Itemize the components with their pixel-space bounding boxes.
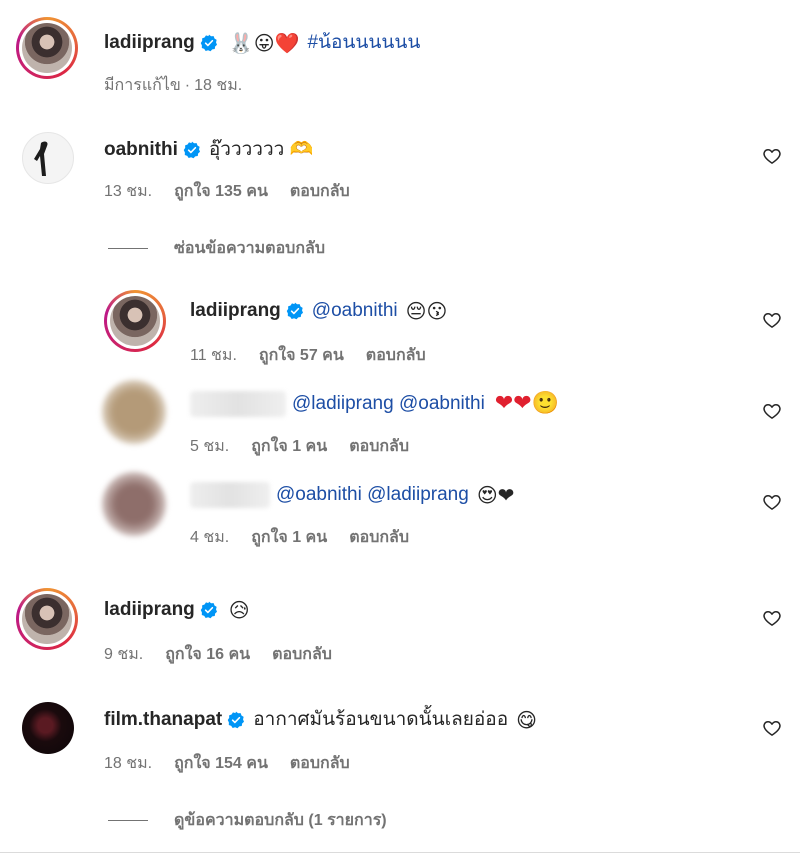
- avatar[interactable]: [104, 290, 166, 352]
- avatar[interactable]: [102, 472, 166, 536]
- comment-text: อากาศมันร้อนขนาดนั้นเลยอ่ออ: [253, 709, 509, 730]
- reply-emojis: ❤❤🙂: [494, 391, 560, 416]
- timestamp[interactable]: 18 ชม.: [194, 77, 242, 94]
- timestamp[interactable]: 13 ชม.: [104, 183, 152, 200]
- username[interactable]: ladiiprang: [104, 30, 195, 56]
- edited-label: มีการแก้ไข: [104, 77, 181, 94]
- like-count[interactable]: ถูกใจ 16 คน: [165, 646, 250, 663]
- mention-link[interactable]: @oabnithi @ladiiprang: [276, 482, 469, 508]
- timestamp[interactable]: 11 ชม.: [190, 347, 237, 364]
- username[interactable]: ladiiprang: [190, 298, 281, 324]
- heart-outline-icon[interactable]: [762, 401, 782, 421]
- username[interactable]: ladiiprang: [104, 597, 195, 623]
- divider: [0, 852, 800, 853]
- reply-button[interactable]: ตอบกลับ: [349, 529, 409, 546]
- avatar[interactable]: [22, 132, 74, 184]
- mention-link[interactable]: @ladiiprang @oabnithi: [292, 391, 485, 417]
- verified-badge-icon: [200, 34, 218, 52]
- like-count[interactable]: ถูกใจ 1 คน: [251, 529, 327, 546]
- avatar[interactable]: [16, 17, 78, 79]
- reply-button[interactable]: ตอบกลับ: [349, 438, 409, 455]
- reply-button[interactable]: ตอบกลับ: [290, 183, 350, 200]
- reply-emojis: 😔😗: [405, 299, 448, 323]
- blurred-username: [190, 391, 286, 417]
- comment-emojis: 😥: [228, 598, 250, 622]
- timestamp[interactable]: 18 ชม.: [104, 755, 152, 772]
- avatar[interactable]: [22, 702, 74, 754]
- hashtag-link[interactable]: #น้อนนนนนน: [307, 30, 420, 56]
- timestamp[interactable]: 4 ชม.: [190, 529, 229, 546]
- heart-outline-icon[interactable]: [762, 608, 782, 628]
- reply-button[interactable]: ตอบกลับ: [366, 347, 426, 364]
- like-count[interactable]: ถูกใจ 135 คน: [174, 183, 268, 200]
- reply-button[interactable]: ตอบกลับ: [290, 755, 350, 772]
- blurred-username: [190, 482, 270, 508]
- username[interactable]: film.thanapat: [104, 707, 222, 733]
- verified-badge-icon: [200, 601, 218, 619]
- username[interactable]: oabnithi: [104, 137, 178, 163]
- verified-badge-icon: [286, 302, 304, 320]
- like-count[interactable]: ถูกใจ 154 คน: [174, 755, 268, 772]
- like-count[interactable]: ถูกใจ 1 คน: [251, 438, 327, 455]
- reply-emojis: 😍❤: [476, 483, 515, 507]
- avatar[interactable]: [16, 588, 78, 650]
- comment-text: อุ๊วววววว 🫶: [208, 139, 314, 160]
- hide-replies-toggle[interactable]: ซ่อนข้อความตอบกลับ: [108, 236, 325, 261]
- verified-badge-icon: [183, 141, 201, 159]
- verified-badge-icon: [227, 711, 245, 729]
- divider: [108, 248, 148, 250]
- mention-link[interactable]: @oabnithi: [312, 298, 398, 324]
- separator: ·: [184, 77, 191, 94]
- caption-emojis: 🐰😛❤️: [228, 31, 300, 55]
- like-count[interactable]: ถูกใจ 57 คน: [259, 347, 344, 364]
- heart-outline-icon[interactable]: [762, 718, 782, 738]
- toggle-label: ดูข้อความตอบกลับ (1 รายการ): [174, 812, 387, 829]
- toggle-label: ซ่อนข้อความตอบกลับ: [174, 240, 325, 257]
- reply-button[interactable]: ตอบกลับ: [272, 646, 332, 663]
- avatar[interactable]: [102, 380, 166, 444]
- divider: [108, 820, 148, 822]
- heart-outline-icon[interactable]: [762, 146, 782, 166]
- timestamp[interactable]: 5 ชม.: [190, 438, 229, 455]
- view-replies-toggle[interactable]: ดูข้อความตอบกลับ (1 รายการ): [108, 808, 387, 833]
- heart-outline-icon[interactable]: [762, 492, 782, 512]
- heart-outline-icon[interactable]: [762, 310, 782, 330]
- timestamp[interactable]: 9 ชม.: [104, 646, 143, 663]
- comment-emojis: 😋: [516, 708, 537, 732]
